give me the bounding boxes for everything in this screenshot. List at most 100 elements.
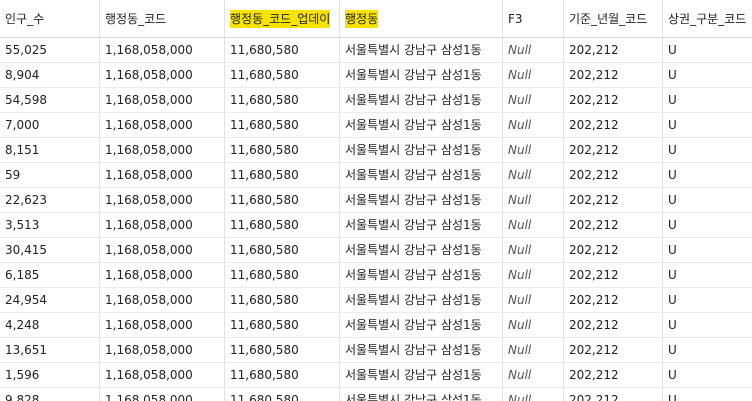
cell-admin-dong[interactable]: 서울특별시 강남구 삼성1동 (340, 238, 503, 262)
cell-admin-dong-code[interactable]: 1,168,058,000 (100, 263, 225, 287)
table-row[interactable]: 7,000 1,168,058,000 11,680,580 서울특별시 강남구 삼성… (0, 113, 752, 138)
cell-base-year-month-code[interactable]: 202,212 (564, 263, 663, 287)
cell-population[interactable]: 30,415 (0, 238, 100, 262)
cell-admin-dong-code-update[interactable]: 11,680,580 (225, 363, 340, 387)
cell-admin-dong-code-update[interactable]: 11,680,580 (225, 313, 340, 337)
table-row[interactable]: 22,623 1,168,058,000 11,680,580 서울특별시 강남구 삼… (0, 188, 752, 213)
table-row[interactable]: 9,828 1,168,058,000 11,680,580 서울특별시 강남구 삼성… (0, 388, 752, 401)
cell-f3[interactable]: Null (503, 38, 564, 62)
cell-base-year-month-code[interactable]: 202,212 (564, 38, 663, 62)
table-row[interactable]: 3,513 1,168,058,000 11,680,580 서울특별시 강남구 삼성… (0, 213, 752, 238)
cell-commercial-area-type-code[interactable]: U (663, 313, 752, 337)
cell-admin-dong-code[interactable]: 1,168,058,000 (100, 288, 225, 312)
table-row[interactable]: 30,415 1,168,058,000 11,680,580 서울특별시 강남구 삼… (0, 238, 752, 263)
cell-admin-dong-code[interactable]: 1,168,058,000 (100, 63, 225, 87)
cell-admin-dong-code-update[interactable]: 11,680,580 (225, 113, 340, 137)
cell-admin-dong-code[interactable]: 1,168,058,000 (100, 113, 225, 137)
cell-admin-dong[interactable]: 서울특별시 강남구 삼성1동 (340, 63, 503, 87)
cell-admin-dong[interactable]: 서울특별시 강남구 삼성1동 (340, 313, 503, 337)
cell-f3[interactable]: Null (503, 338, 564, 362)
cell-admin-dong[interactable]: 서울특별시 강남구 삼성1동 (340, 113, 503, 137)
table-row[interactable]: 59 1,168,058,000 11,680,580 서울특별시 강남구 삼성1동 N… (0, 163, 752, 188)
cell-admin-dong-code[interactable]: 1,168,058,000 (100, 338, 225, 362)
cell-commercial-area-type-code[interactable]: U (663, 213, 752, 237)
cell-base-year-month-code[interactable]: 202,212 (564, 313, 663, 337)
cell-population[interactable]: 8,904 (0, 63, 100, 87)
cell-base-year-month-code[interactable]: 202,212 (564, 388, 663, 401)
cell-commercial-area-type-code[interactable]: U (663, 188, 752, 212)
cell-admin-dong-code[interactable]: 1,168,058,000 (100, 388, 225, 401)
cell-f3[interactable]: Null (503, 63, 564, 87)
table-row[interactable]: 6,185 1,168,058,000 11,680,580 서울특별시 강남구 삼성… (0, 263, 752, 288)
cell-admin-dong[interactable]: 서울특별시 강남구 삼성1동 (340, 288, 503, 312)
cell-admin-dong[interactable]: 서울특별시 강남구 삼성1동 (340, 363, 503, 387)
cell-admin-dong-code[interactable]: 1,168,058,000 (100, 313, 225, 337)
cell-base-year-month-code[interactable]: 202,212 (564, 88, 663, 112)
cell-f3[interactable]: Null (503, 388, 564, 401)
cell-admin-dong-code[interactable]: 1,168,058,000 (100, 363, 225, 387)
table-row[interactable]: 4,248 1,168,058,000 11,680,580 서울특별시 강남구 삼성… (0, 313, 752, 338)
cell-admin-dong-code[interactable]: 1,168,058,000 (100, 188, 225, 212)
cell-admin-dong-code[interactable]: 1,168,058,000 (100, 38, 225, 62)
column-header-admin-dong-code-update[interactable]: 행정동_코드_업데이 (225, 0, 340, 37)
cell-f3[interactable]: Null (503, 363, 564, 387)
cell-f3[interactable]: Null (503, 113, 564, 137)
cell-commercial-area-type-code[interactable]: U (663, 363, 752, 387)
cell-admin-dong-code[interactable]: 1,168,058,000 (100, 238, 225, 262)
cell-population[interactable]: 55,025 (0, 38, 100, 62)
cell-base-year-month-code[interactable]: 202,212 (564, 338, 663, 362)
cell-base-year-month-code[interactable]: 202,212 (564, 238, 663, 262)
cell-admin-dong-code-update[interactable]: 11,680,580 (225, 188, 340, 212)
cell-admin-dong-code-update[interactable]: 11,680,580 (225, 213, 340, 237)
table-row[interactable]: 13,651 1,168,058,000 11,680,580 서울특별시 강남구 삼… (0, 338, 752, 363)
cell-commercial-area-type-code[interactable]: U (663, 163, 752, 187)
column-header-admin-dong-code[interactable]: 행정동_코드 (100, 0, 225, 37)
cell-base-year-month-code[interactable]: 202,212 (564, 213, 663, 237)
cell-f3[interactable]: Null (503, 188, 564, 212)
cell-f3[interactable]: Null (503, 263, 564, 287)
cell-commercial-area-type-code[interactable]: U (663, 288, 752, 312)
cell-base-year-month-code[interactable]: 202,212 (564, 363, 663, 387)
cell-admin-dong-code[interactable]: 1,168,058,000 (100, 163, 225, 187)
cell-f3[interactable]: Null (503, 163, 564, 187)
column-header-admin-dong[interactable]: 행정동 (340, 0, 503, 37)
cell-base-year-month-code[interactable]: 202,212 (564, 113, 663, 137)
cell-admin-dong[interactable]: 서울특별시 강남구 삼성1동 (340, 88, 503, 112)
cell-f3[interactable]: Null (503, 288, 564, 312)
cell-population[interactable]: 3,513 (0, 213, 100, 237)
cell-base-year-month-code[interactable]: 202,212 (564, 138, 663, 162)
cell-commercial-area-type-code[interactable]: U (663, 338, 752, 362)
cell-admin-dong[interactable]: 서울특별시 강남구 삼성1동 (340, 388, 503, 401)
cell-f3[interactable]: Null (503, 213, 564, 237)
cell-population[interactable]: 8,151 (0, 138, 100, 162)
cell-admin-dong[interactable]: 서울특별시 강남구 삼성1동 (340, 188, 503, 212)
cell-base-year-month-code[interactable]: 202,212 (564, 63, 663, 87)
cell-admin-dong-code[interactable]: 1,168,058,000 (100, 213, 225, 237)
table-row[interactable]: 1,596 1,168,058,000 11,680,580 서울특별시 강남구 삼성… (0, 363, 752, 388)
cell-admin-dong-code-update[interactable]: 11,680,580 (225, 263, 340, 287)
cell-f3[interactable]: Null (503, 88, 564, 112)
cell-admin-dong[interactable]: 서울특별시 강남구 삼성1동 (340, 138, 503, 162)
cell-admin-dong[interactable]: 서울특별시 강남구 삼성1동 (340, 263, 503, 287)
cell-admin-dong-code-update[interactable]: 11,680,580 (225, 88, 340, 112)
cell-admin-dong-code-update[interactable]: 11,680,580 (225, 163, 340, 187)
table-row[interactable]: 8,904 1,168,058,000 11,680,580 서울특별시 강남구 삼성… (0, 63, 752, 88)
cell-admin-dong-code-update[interactable]: 11,680,580 (225, 63, 340, 87)
cell-commercial-area-type-code[interactable]: U (663, 88, 752, 112)
column-header-f3[interactable]: F3 (503, 0, 564, 37)
cell-admin-dong[interactable]: 서울특별시 강남구 삼성1동 (340, 338, 503, 362)
column-header-base-year-month-code[interactable]: 기준_년월_코드 (564, 0, 663, 37)
cell-population[interactable]: 22,623 (0, 188, 100, 212)
cell-commercial-area-type-code[interactable]: U (663, 63, 752, 87)
cell-f3[interactable]: Null (503, 313, 564, 337)
cell-population[interactable]: 59 (0, 163, 100, 187)
cell-admin-dong-code-update[interactable]: 11,680,580 (225, 338, 340, 362)
cell-base-year-month-code[interactable]: 202,212 (564, 188, 663, 212)
cell-admin-dong[interactable]: 서울특별시 강남구 삼성1동 (340, 163, 503, 187)
column-header-population[interactable]: 인구_수 (0, 0, 100, 37)
cell-population[interactable]: 7,000 (0, 113, 100, 137)
cell-population[interactable]: 54,598 (0, 88, 100, 112)
cell-commercial-area-type-code[interactable]: U (663, 388, 752, 401)
cell-admin-dong-code-update[interactable]: 11,680,580 (225, 388, 340, 401)
cell-commercial-area-type-code[interactable]: U (663, 38, 752, 62)
